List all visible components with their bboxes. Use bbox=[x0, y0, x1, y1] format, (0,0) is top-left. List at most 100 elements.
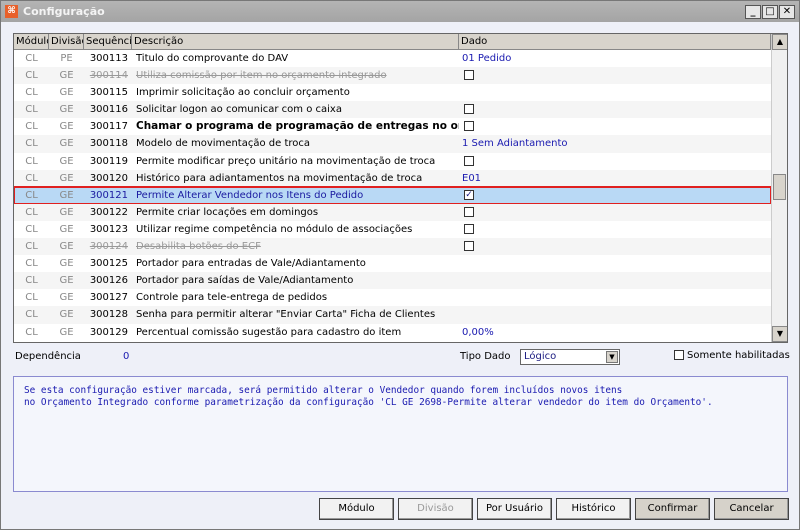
table-row[interactable]: CL GE 300116 Solicitar logon ao comunicar c… bbox=[14, 101, 771, 119]
confirmar-button[interactable]: Confirmar bbox=[635, 498, 710, 520]
dado-cell[interactable] bbox=[459, 306, 771, 323]
minimize-button[interactable]: _ bbox=[745, 5, 761, 19]
modulo-cell: CL bbox=[25, 53, 38, 64]
col-dado[interactable]: Dado bbox=[459, 34, 771, 50]
table-row[interactable]: CL GE 300115 Imprimir solicitação ao conclu… bbox=[14, 84, 771, 101]
sequencia-cell: 300122 bbox=[89, 206, 128, 218]
window-title: Configuração bbox=[23, 5, 105, 18]
grid-rows: CL PE 300113 Titulo do comprovante do DAV 01… bbox=[14, 50, 772, 341]
table-row[interactable]: CL PE 300113 Titulo do comprovante do DAV 01… bbox=[14, 50, 771, 67]
table-row[interactable]: CL GE 300118 Modelo de movimentação de troc… bbox=[14, 135, 771, 153]
dado-cell[interactable] bbox=[459, 272, 771, 289]
checkbox-icon[interactable] bbox=[464, 223, 474, 234]
scroll-up-icon[interactable]: ▲ bbox=[772, 34, 787, 50]
maximize-button[interactable]: □ bbox=[762, 5, 778, 19]
divisao-button[interactable]: Divisão bbox=[398, 498, 473, 520]
historico-button[interactable]: Histórico bbox=[556, 498, 631, 520]
table-row[interactable]: CL GE 300117 Chamar o programa de programaç… bbox=[14, 118, 771, 135]
modulo-cell: CL bbox=[25, 138, 38, 150]
dado-cell[interactable]: 0,00% bbox=[459, 324, 771, 341]
col-divisao[interactable]: Divisão bbox=[49, 34, 84, 50]
modulo-cell: CL bbox=[25, 104, 38, 116]
descricao-cell: Modelo de movimentação de troca bbox=[136, 138, 310, 150]
sequencia-cell: 300124 bbox=[89, 241, 128, 253]
table-row[interactable]: CL GE 300124 Desabilita botões do ECF bbox=[14, 238, 771, 256]
sequencia-cell: 300118 bbox=[89, 138, 128, 150]
dado-cell[interactable]: ✓ bbox=[459, 187, 771, 204]
checkbox-icon[interactable] bbox=[464, 70, 474, 81]
somente-habilitadas-checkbox[interactable]: Somente habilitadas bbox=[674, 350, 790, 361]
chevron-down-icon[interactable]: ▼ bbox=[606, 351, 618, 363]
config-grid[interactable]: Módulo Divisão Sequência Descrição Dado … bbox=[13, 33, 788, 343]
dependencia-label: Dependência bbox=[15, 351, 81, 362]
table-row[interactable]: CL GE 300119 Permite modificar preço unitár… bbox=[14, 153, 771, 170]
table-row[interactable]: CL GE 300125 Portador para entradas de Vale… bbox=[14, 255, 771, 272]
description-line-1: Se esta configuração estiver marcada, se… bbox=[24, 385, 623, 396]
col-modulo[interactable]: Módulo bbox=[14, 34, 49, 50]
sequencia-cell: 300113 bbox=[89, 53, 128, 64]
col-descricao[interactable]: Descrição bbox=[132, 34, 459, 50]
divisao-cell: GE bbox=[59, 121, 74, 133]
vertical-scrollbar[interactable]: ▲ ▼ bbox=[771, 34, 787, 342]
dado-cell[interactable] bbox=[459, 101, 771, 118]
descricao-cell: Chamar o programa de programação de entr… bbox=[136, 120, 459, 133]
scroll-down-icon[interactable]: ▼ bbox=[772, 326, 787, 342]
checkbox-icon[interactable] bbox=[464, 104, 474, 115]
divisao-cell: GE bbox=[59, 292, 74, 304]
dado-cell[interactable] bbox=[459, 289, 771, 306]
dado-cell[interactable] bbox=[459, 221, 771, 238]
checkbox-icon[interactable] bbox=[674, 350, 684, 360]
descricao-cell: Solicitar logon ao comunicar com o caixa bbox=[136, 104, 342, 116]
checkbox-icon[interactable] bbox=[464, 155, 474, 166]
table-row[interactable]: CL GE 300123 Utilizar regime competência no… bbox=[14, 221, 771, 238]
sequencia-cell: 300123 bbox=[89, 223, 128, 235]
table-row[interactable]: CL GE 300127 Controle para tele-entrega de … bbox=[14, 289, 771, 306]
divisao-cell: PE bbox=[60, 53, 73, 64]
checkbox-icon[interactable] bbox=[464, 121, 474, 132]
tipo-dado-select[interactable]: Lógico ▼ bbox=[520, 349, 620, 365]
sequencia-cell: 300117 bbox=[89, 121, 128, 133]
table-row[interactable]: CL GE 300120 Histórico para adiantamentos n… bbox=[14, 169, 771, 187]
table-row[interactable]: CL GE 300128 Senha para permitir alterar "E… bbox=[14, 306, 771, 324]
scroll-thumb[interactable] bbox=[773, 174, 786, 200]
table-row[interactable]: CL GE 300126 Portador para saídas de Vale/A… bbox=[14, 272, 771, 290]
dado-cell[interactable]: E01 bbox=[459, 170, 771, 187]
dado-cell[interactable] bbox=[459, 255, 771, 272]
cancelar-button[interactable]: Cancelar bbox=[714, 498, 789, 520]
dado-cell[interactable] bbox=[459, 238, 771, 255]
divisao-cell: GE bbox=[59, 155, 74, 167]
table-row[interactable]: CL GE 300122 Permite criar locações em domi… bbox=[14, 203, 771, 221]
divisao-cell: GE bbox=[59, 104, 74, 116]
modulo-cell: CL bbox=[25, 223, 38, 235]
dado-cell[interactable]: 1 Sem Adiantamento bbox=[459, 135, 771, 152]
checked-checkbox-icon[interactable]: ✓ bbox=[464, 189, 474, 200]
checkbox-icon[interactable] bbox=[464, 241, 474, 252]
divisao-cell: GE bbox=[59, 241, 74, 253]
tipo-dado-value: Lógico bbox=[524, 351, 557, 362]
col-sequencia[interactable]: Sequência bbox=[84, 34, 132, 50]
tipo-dado-label: Tipo Dado bbox=[460, 351, 511, 362]
modulo-cell: CL bbox=[25, 70, 38, 82]
por-usuario-button[interactable]: Por Usuário bbox=[477, 498, 552, 520]
dado-cell[interactable] bbox=[459, 67, 771, 84]
dado-cell[interactable] bbox=[459, 204, 771, 221]
dado-cell[interactable] bbox=[459, 84, 771, 101]
modulo-cell: CL bbox=[25, 172, 38, 184]
dado-cell[interactable] bbox=[459, 118, 771, 135]
divisao-cell: GE bbox=[59, 70, 74, 82]
sequencia-cell: 300129 bbox=[89, 326, 128, 338]
modulo-button[interactable]: Módulo bbox=[319, 498, 394, 520]
modulo-cell: CL bbox=[25, 292, 38, 304]
dado-cell[interactable] bbox=[459, 153, 771, 170]
divisao-cell: GE bbox=[59, 189, 74, 201]
divisao-cell: GE bbox=[59, 87, 74, 99]
table-row[interactable]: CL GE 300114 Utiliza comissão por item no o… bbox=[14, 67, 771, 85]
sequencia-cell: 300120 bbox=[89, 172, 128, 184]
table-row[interactable]: CL GE 300129 Percentual comissão sugestão p… bbox=[14, 324, 771, 341]
close-button[interactable]: ✕ bbox=[779, 5, 795, 19]
dado-cell[interactable]: 01 Pedido bbox=[459, 50, 771, 67]
table-row[interactable]: CL GE 300121 Permite Alterar Vendedor nos I… bbox=[14, 185, 772, 205]
sequencia-cell: 300115 bbox=[89, 87, 128, 99]
checkbox-icon[interactable] bbox=[464, 206, 474, 217]
modulo-cell: CL bbox=[25, 326, 38, 338]
